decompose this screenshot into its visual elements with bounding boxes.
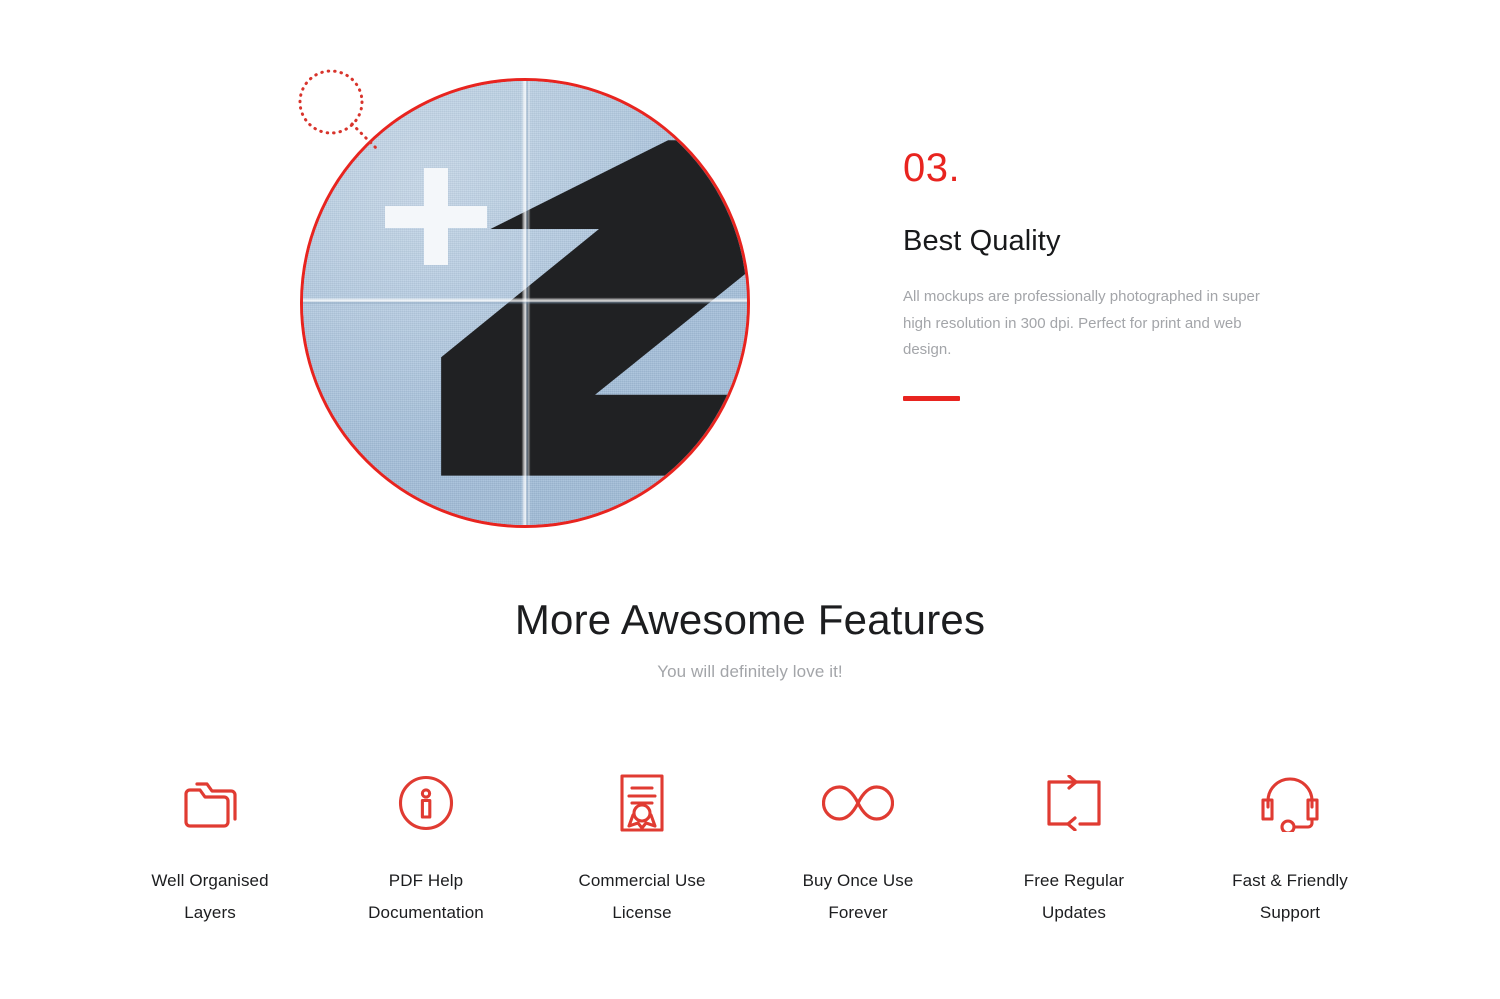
features-subheading: You will definitely love it! xyxy=(657,662,843,682)
certificate-icon xyxy=(616,772,668,834)
feature-label: Fast & Friendly Support xyxy=(1232,871,1348,922)
photo-inner xyxy=(303,81,747,525)
feature-item-well-organised-layers[interactable]: Well Organised Layers xyxy=(115,772,305,928)
hero-accent-rule xyxy=(903,395,960,401)
feature-grid: Well Organised Layers PDF Help Documenta… xyxy=(115,772,1385,928)
info-circle-icon xyxy=(396,772,456,834)
feature-label: Free Regular Updates xyxy=(1023,871,1125,922)
hero-copy: 03. Best Quality All mockups are profess… xyxy=(903,148,1293,401)
refresh-loop-icon xyxy=(1042,772,1106,834)
hero-media xyxy=(290,40,770,540)
circular-product-image xyxy=(300,78,750,528)
horizontal-fold-crease xyxy=(303,297,747,305)
headset-icon xyxy=(1259,772,1321,834)
feature-label: Well Organised Layers xyxy=(151,871,269,922)
feature-item-free-regular-updates[interactable]: Free Regular Updates xyxy=(979,772,1169,928)
hero-step-number: 03. xyxy=(903,146,961,190)
feature-item-commercial-use-license[interactable]: Commercial Use License xyxy=(547,772,737,928)
feature-item-fast-friendly-support[interactable]: Fast & Friendly Support xyxy=(1195,772,1385,928)
best-quality-hero: 03. Best Quality All mockups are profess… xyxy=(0,0,1500,585)
plus-sign-graphic xyxy=(385,167,488,266)
feature-label: PDF Help Documentation xyxy=(368,871,484,922)
features-heading: More Awesome Features xyxy=(514,596,986,643)
more-features-section: More Awesome Features You will definitel… xyxy=(0,596,1500,922)
feature-item-pdf-help-documentation[interactable]: PDF Help Documentation xyxy=(331,772,521,928)
feature-item-buy-once-use-forever[interactable]: Buy Once Use Forever xyxy=(763,772,953,928)
hero-description: All mockups are professionally photograp… xyxy=(903,287,1260,359)
folders-icon xyxy=(179,772,241,834)
feature-label: Commercial Use License xyxy=(578,871,706,922)
hero-title: Best Quality xyxy=(903,225,1061,257)
feature-label: Buy Once Use Forever xyxy=(802,871,914,922)
infinity-icon xyxy=(822,772,894,834)
